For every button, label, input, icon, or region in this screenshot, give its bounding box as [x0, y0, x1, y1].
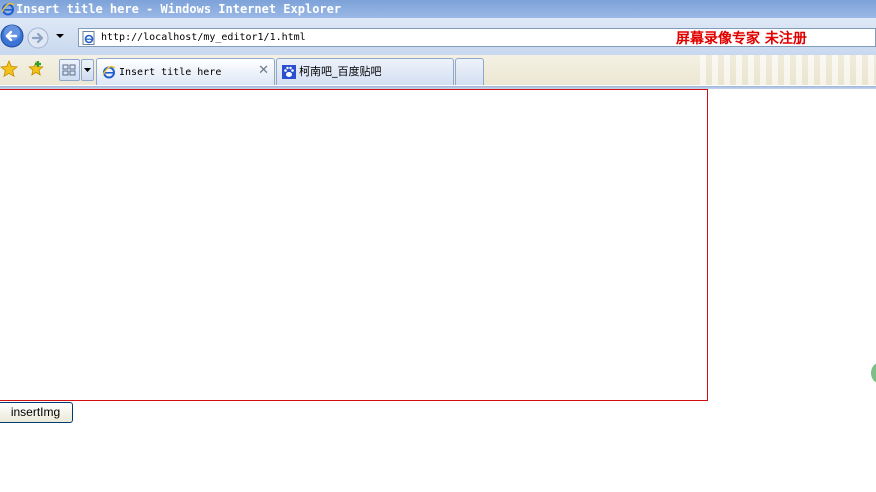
tab-baidu-tieba[interactable]: 柯南吧_百度贴吧 — [276, 58, 454, 85]
add-favorite-icon[interactable] — [27, 60, 45, 78]
toolbar-decoration — [700, 55, 876, 85]
back-arrow-icon[interactable] — [0, 24, 24, 48]
forward-arrow-icon[interactable] — [26, 26, 50, 50]
ie-page-icon — [102, 65, 116, 79]
tab-list-button[interactable] — [81, 59, 94, 81]
quick-tabs-icon — [62, 64, 76, 76]
insert-img-button[interactable]: insertImg — [0, 402, 73, 423]
green-circle-icon — [871, 363, 876, 383]
favorites-star-icon[interactable] — [0, 60, 18, 78]
recent-pages-dropdown-icon[interactable] — [55, 32, 65, 40]
tab-label: Insert title here — [119, 67, 222, 78]
navigation-bar: http://localhost/my_editor1/1.html 屏幕录像专… — [0, 18, 876, 55]
baidu-paw-icon — [282, 65, 296, 79]
tab-row: Insert title here ✕ 柯南吧_百度贴吧 — [0, 55, 876, 85]
chevron-down-icon — [84, 68, 91, 72]
window-title-bar: Insert title here - Windows Internet Exp… — [0, 0, 876, 18]
ie-logo-icon — [1, 2, 15, 16]
window-title: Insert title here - Windows Internet Exp… — [16, 2, 342, 16]
new-tab-button[interactable] — [455, 58, 484, 85]
editor-area[interactable] — [0, 89, 708, 401]
address-url: http://localhost/my_editor1/1.html — [101, 32, 306, 43]
quick-tabs-button[interactable] — [59, 59, 80, 81]
close-tab-icon[interactable]: ✕ — [258, 63, 269, 78]
ie-page-icon — [82, 31, 95, 45]
tab-insert-title[interactable]: Insert title here ✕ — [96, 58, 275, 85]
tab-label: 柯南吧_百度贴吧 — [299, 65, 382, 78]
recorder-watermark: 屏幕录像专家 未注册 — [676, 31, 807, 47]
